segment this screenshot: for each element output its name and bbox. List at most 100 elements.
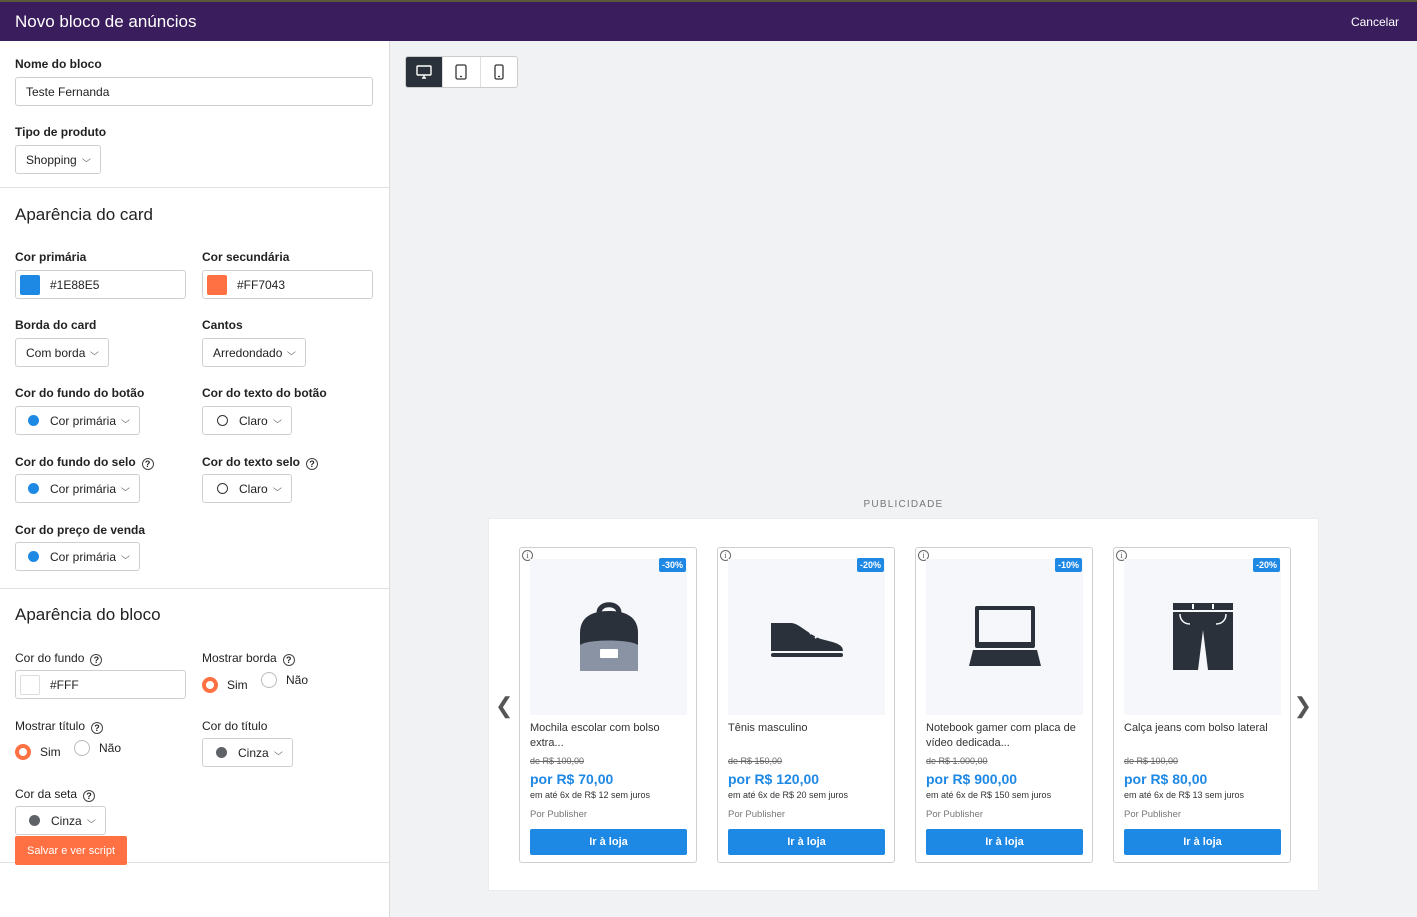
divider (0, 588, 389, 589)
sale-price: por R$ 80,00 (1124, 771, 1208, 787)
save-and-view-script-button[interactable]: Salvar e ver script (15, 836, 127, 865)
sale-price: por R$ 70,00 (530, 771, 614, 787)
seal-text-label-text: Cor do texto selo (202, 455, 301, 469)
installments: em até 6x de R$ 13 sem juros (1124, 790, 1245, 800)
color-dot-icon (28, 415, 39, 426)
primary-color-label: Cor primária (15, 250, 87, 264)
chevron-down-icon: ⌵ (90, 347, 100, 357)
show-title-no-radio[interactable]: Não (74, 740, 121, 756)
arrow-color-select[interactable]: Cinza ⌵ (15, 806, 106, 835)
block-name-field[interactable] (15, 77, 373, 106)
next-arrow-icon[interactable]: ❯ (1294, 695, 1312, 717)
help-icon[interactable]: ? (83, 790, 96, 802)
show-title-label: Mostrar título? (15, 719, 104, 734)
tablet-icon (455, 64, 468, 80)
primary-color-value: #1E88E5 (50, 277, 100, 292)
publisher: Por Publisher (728, 809, 786, 820)
cancel-button[interactable]: Cancelar (1351, 15, 1399, 29)
mobile-icon (494, 64, 504, 80)
primary-color-field[interactable]: #1E88E5 (15, 270, 186, 299)
color-dot-icon (217, 415, 228, 426)
tablet-view-button[interactable] (443, 57, 481, 87)
show-border-yes-radio[interactable]: Sim (202, 677, 248, 693)
sale-price-select[interactable]: Cor primária ⌵ (15, 542, 140, 571)
seal-text-select[interactable]: Claro ⌵ (202, 474, 292, 503)
title-color-label: Cor do título (202, 719, 268, 733)
primary-color-swatch[interactable] (20, 274, 40, 295)
chevron-down-icon: ⌵ (287, 347, 297, 357)
old-price: de R$ 150,00 (728, 756, 783, 766)
product-name[interactable]: Mochila escolar com bolso extra... (530, 721, 688, 751)
corners-label: Cantos (202, 318, 243, 332)
help-icon[interactable]: ? (306, 458, 319, 470)
go-to-store-button[interactable]: Ir à loja (926, 829, 1083, 855)
help-icon[interactable]: ? (91, 722, 104, 734)
installments: em até 6x de R$ 20 sem juros (728, 790, 849, 800)
mobile-view-button[interactable] (481, 57, 517, 87)
help-icon[interactable]: ? (282, 654, 295, 666)
sale-price: por R$ 900,00 (926, 771, 1018, 787)
seal-bg-label-text: Cor do fundo do selo (15, 455, 136, 469)
old-price: de R$ 1.000,00 (926, 756, 988, 766)
seal-bg-select[interactable]: Cor primária ⌵ (15, 474, 140, 503)
chevron-down-icon: ⌵ (272, 483, 282, 493)
radio-unchecked-icon (261, 672, 277, 688)
button-text-value: Claro (239, 413, 268, 428)
title-color-value: Cinza (238, 745, 269, 760)
card-appearance-title: Aparência do card (15, 205, 153, 224)
ad-block-preview: ❮ ❯ i -30% Mochila escolar com bolso ext… (488, 518, 1319, 891)
seal-bg-value: Cor primária (50, 481, 117, 496)
chevron-down-icon: ⌵ (86, 815, 96, 825)
go-to-store-button[interactable]: Ir à loja (1124, 829, 1281, 855)
product-image (926, 559, 1083, 715)
sneaker-icon (770, 623, 843, 657)
sale-price-label: Cor do preço de venda (15, 523, 146, 537)
help-icon[interactable]: ? (90, 654, 103, 666)
product-name[interactable]: Tênis masculino (728, 721, 886, 736)
go-to-store-button[interactable]: Ir à loja (530, 829, 687, 855)
product-name[interactable]: Notebook gamer com placa de vídeo dedica… (926, 721, 1084, 751)
product-card[interactable]: i -10% Notebook gamer com placa de vídeo… (915, 547, 1093, 863)
secondary-color-swatch[interactable] (207, 274, 227, 295)
product-card[interactable]: i -20% Calça jeans com bolso lateral de … (1113, 547, 1291, 863)
bg-color-field[interactable]: #FFF (15, 670, 186, 699)
block-name-input[interactable] (26, 84, 372, 99)
device-toggle (405, 56, 518, 88)
help-icon[interactable]: ? (141, 458, 154, 470)
publisher: Por Publisher (530, 809, 588, 820)
corners-select[interactable]: Arredondado ⌵ (202, 338, 307, 367)
title-color-select[interactable]: Cinza ⌵ (202, 738, 293, 767)
product-type-select[interactable]: Shopping ⌵ (15, 145, 101, 174)
show-title-no-label: Não (99, 741, 122, 755)
secondary-color-value: #FF7043 (237, 277, 286, 292)
show-border-no-radio[interactable]: Não (261, 672, 308, 688)
chevron-down-icon: ⌵ (120, 483, 130, 493)
product-card[interactable]: i -20% Tênis masculino de R$ 150,00 por … (717, 547, 895, 863)
sale-price-value: Cor primária (50, 549, 117, 564)
product-card[interactable]: i -30% Mochila escolar com bolso extra..… (519, 547, 697, 863)
go-to-store-button[interactable]: Ir à loja (728, 829, 885, 855)
show-title-yes-radio[interactable]: Sim (15, 744, 61, 760)
page-title: Novo bloco de anúncios (15, 11, 197, 31)
product-name[interactable]: Calça jeans com bolso lateral (1124, 721, 1282, 736)
bg-color-swatch[interactable] (20, 674, 40, 695)
show-border-label: Mostrar borda? (202, 651, 295, 666)
secondary-color-label: Cor secundária (202, 250, 290, 264)
button-text-select[interactable]: Claro ⌵ (202, 406, 292, 435)
show-title-yes-label: Sim (40, 745, 61, 759)
desktop-view-button[interactable] (406, 57, 444, 87)
prev-arrow-icon[interactable]: ❮ (495, 695, 513, 717)
backpack-icon (579, 602, 638, 671)
card-border-select[interactable]: Com borda ⌵ (15, 338, 110, 367)
radio-checked-icon (15, 744, 31, 760)
seal-bg-label: Cor do fundo do selo? (15, 455, 154, 470)
color-dot-icon (217, 483, 228, 494)
secondary-color-field[interactable]: #FF7043 (202, 270, 373, 299)
color-dot-icon (28, 483, 39, 494)
bg-color-value: #FFF (50, 677, 79, 692)
arrow-color-label: Cor da seta? (15, 787, 96, 802)
chevron-down-icon: ⌵ (81, 154, 91, 164)
sale-price: por R$ 120,00 (728, 771, 820, 787)
button-bg-select[interactable]: Cor primária ⌵ (15, 406, 140, 435)
show-title-label-text: Mostrar título (15, 719, 86, 733)
